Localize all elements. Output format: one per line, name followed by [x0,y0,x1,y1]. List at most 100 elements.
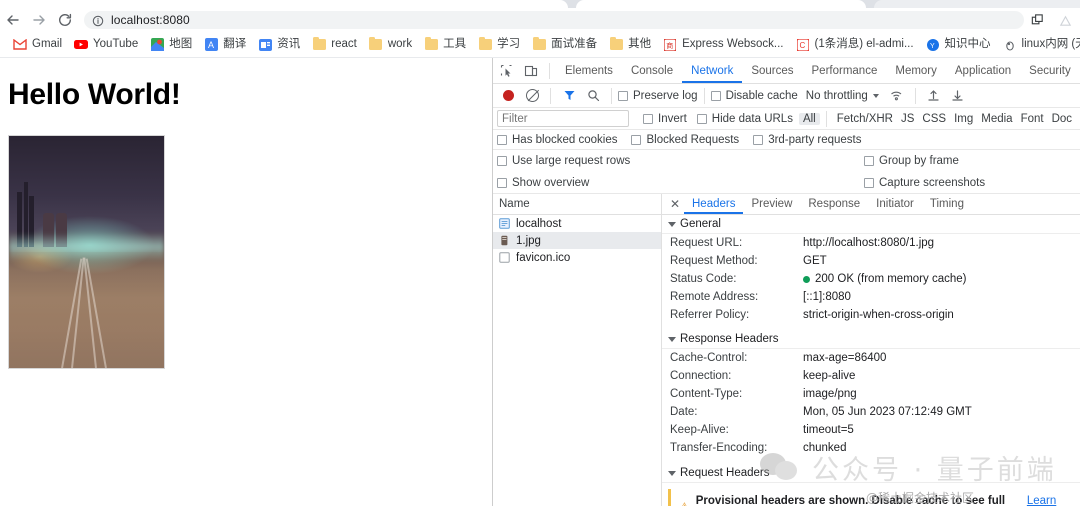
tab-application[interactable]: Application [946,58,1020,83]
detail-tab-response[interactable]: Response [800,194,868,214]
reload-button[interactable] [52,8,78,32]
group-by-frame-checkbox[interactable]: Group by frame [864,155,1074,167]
bookmark-item[interactable]: C (1条消息) el-admi... [791,35,921,55]
address-bar[interactable]: localhost:8080 [84,11,1024,29]
record-button-icon[interactable] [496,84,520,108]
export-har-icon[interactable] [946,84,970,108]
throttling-dropdown[interactable]: No throttling [806,90,879,102]
device-toolbar-icon[interactable] [519,59,543,83]
checkbox-box[interactable] [618,90,628,101]
filter-type-media[interactable]: Media [977,113,1016,125]
bookmark-item[interactable]: 地图 [145,35,199,55]
bookmark-folder-other[interactable]: 其他 [604,35,658,55]
tab-network[interactable]: Network [682,58,742,83]
bookmark-item[interactable]: linux内网 (无法连... [998,35,1080,55]
has-blocked-cookies-checkbox[interactable]: Has blocked cookies [497,134,617,146]
bookmark-folder-work[interactable]: work [364,35,419,55]
filter-type-all[interactable]: All [798,112,820,125]
bookmark-item[interactable]: 资讯 [253,35,307,55]
tab-memory[interactable]: Memory [886,58,946,83]
checkbox-box[interactable] [497,134,507,145]
import-har-icon[interactable] [922,84,946,108]
bookmark-item[interactable]: Y 知识中心 [921,35,998,55]
triangle-down-icon[interactable] [668,221,676,227]
preserve-log-checkbox[interactable]: Preserve log [618,90,698,102]
request-row-favicon[interactable]: favicon.ico [493,249,661,266]
invert-checkbox[interactable]: Invert [643,113,687,125]
detail-tab-timing[interactable]: Timing [922,194,972,214]
bookmark-item[interactable]: 商 Express Websock... [658,35,790,55]
learn-more-link[interactable]: Learn more [1027,495,1080,506]
tab-label: Console [630,64,674,77]
filter-type-font[interactable]: Font [1017,113,1048,125]
checkbox-box[interactable] [497,177,507,188]
inspect-element-icon[interactable] [495,59,519,83]
filter-type-js[interactable]: JS [897,113,918,125]
checkbox-box[interactable] [696,113,707,124]
clear-network-icon[interactable] [520,84,544,108]
disable-cache-checkbox[interactable]: Disable cache [710,90,798,102]
checkbox-box[interactable] [710,90,721,101]
browser-tab[interactable] [0,0,568,8]
tab-label: Performance [811,64,878,77]
browser-tab[interactable] [874,0,1080,8]
section-general[interactable]: General [662,215,1080,234]
filter-type-doc[interactable]: Doc [1048,113,1076,125]
profile-icon[interactable] [1052,8,1078,32]
checkbox-box[interactable] [864,156,874,166]
use-large-request-rows-checkbox[interactable]: Use large request rows [497,155,630,167]
request-row-localhost[interactable]: localhost [493,215,661,232]
third-party-requests-checkbox[interactable]: 3rd-party requests [753,134,862,146]
bookmark-item[interactable]: Gmail [8,35,69,55]
filter-type-css[interactable]: CSS [918,113,950,125]
checkbox-box[interactable] [631,134,642,145]
back-button[interactable] [0,8,26,32]
detail-tab-initiator[interactable]: Initiator [868,194,922,214]
checkbox-label: Preserve log [633,89,698,102]
triangle-down-icon[interactable] [668,470,676,476]
blocked-requests-checkbox[interactable]: Blocked Requests [631,134,739,146]
tab-sources[interactable]: Sources [742,58,802,83]
detail-tab-preview[interactable]: Preview [743,194,800,214]
tab-elements[interactable]: Elements [556,58,622,83]
bookmark-folder-interview[interactable]: 面试准备 [527,35,604,55]
bookmark-item[interactable]: YouTube [69,35,145,55]
checkbox-box[interactable] [864,177,874,188]
bookmark-item[interactable]: A 翻译 [199,35,253,55]
filter-type-ws[interactable]: WS [1076,113,1080,125]
checkbox-box[interactable] [497,156,507,166]
capture-screenshots-checkbox[interactable]: Capture screenshots [864,177,1074,189]
bookmark-folder-tools[interactable]: 工具 [419,35,473,55]
express-icon: 商 [663,38,677,52]
filter-type-fetchxhr[interactable]: Fetch/XHR [833,113,897,125]
checkbox-box[interactable] [643,113,653,124]
close-icon[interactable]: ✕ [666,195,684,213]
warning-triangle-icon: ⚠ [679,500,690,506]
filter-funnel-icon[interactable] [557,84,581,108]
browser-tab-strip[interactable] [0,0,1080,8]
site-info-icon[interactable] [92,14,104,27]
tab-console[interactable]: Console [622,58,682,83]
section-request-headers[interactable]: Request Headers [662,464,1080,483]
hide-data-urls-checkbox[interactable]: Hide data URLs [696,113,793,125]
search-icon[interactable] [581,84,605,108]
bookmark-folder-react[interactable]: react [307,35,364,55]
share-icon[interactable] [1024,8,1050,32]
tab-performance[interactable]: Performance [803,58,887,83]
triangle-down-icon[interactable] [668,336,676,342]
request-row-1jpg[interactable]: 1.jpg [493,232,661,249]
request-list-header[interactable]: Name [493,194,661,215]
section-response-headers[interactable]: Response Headers [662,330,1080,349]
filter-input[interactable] [497,110,629,127]
detail-tab-headers[interactable]: Headers [684,194,743,214]
tab-label: Response [808,198,861,210]
browser-tab[interactable] [576,0,866,8]
network-conditions-icon[interactable] [885,84,909,108]
chevron-down-icon[interactable] [872,93,879,98]
filter-type-img[interactable]: Img [950,113,977,125]
tab-security[interactable]: Security [1020,58,1080,83]
checkbox-box[interactable] [753,134,764,145]
bookmark-folder-study[interactable]: 学习 [473,35,527,55]
show-overview-checkbox[interactable]: Show overview [497,177,589,189]
forward-button[interactable] [26,8,52,32]
